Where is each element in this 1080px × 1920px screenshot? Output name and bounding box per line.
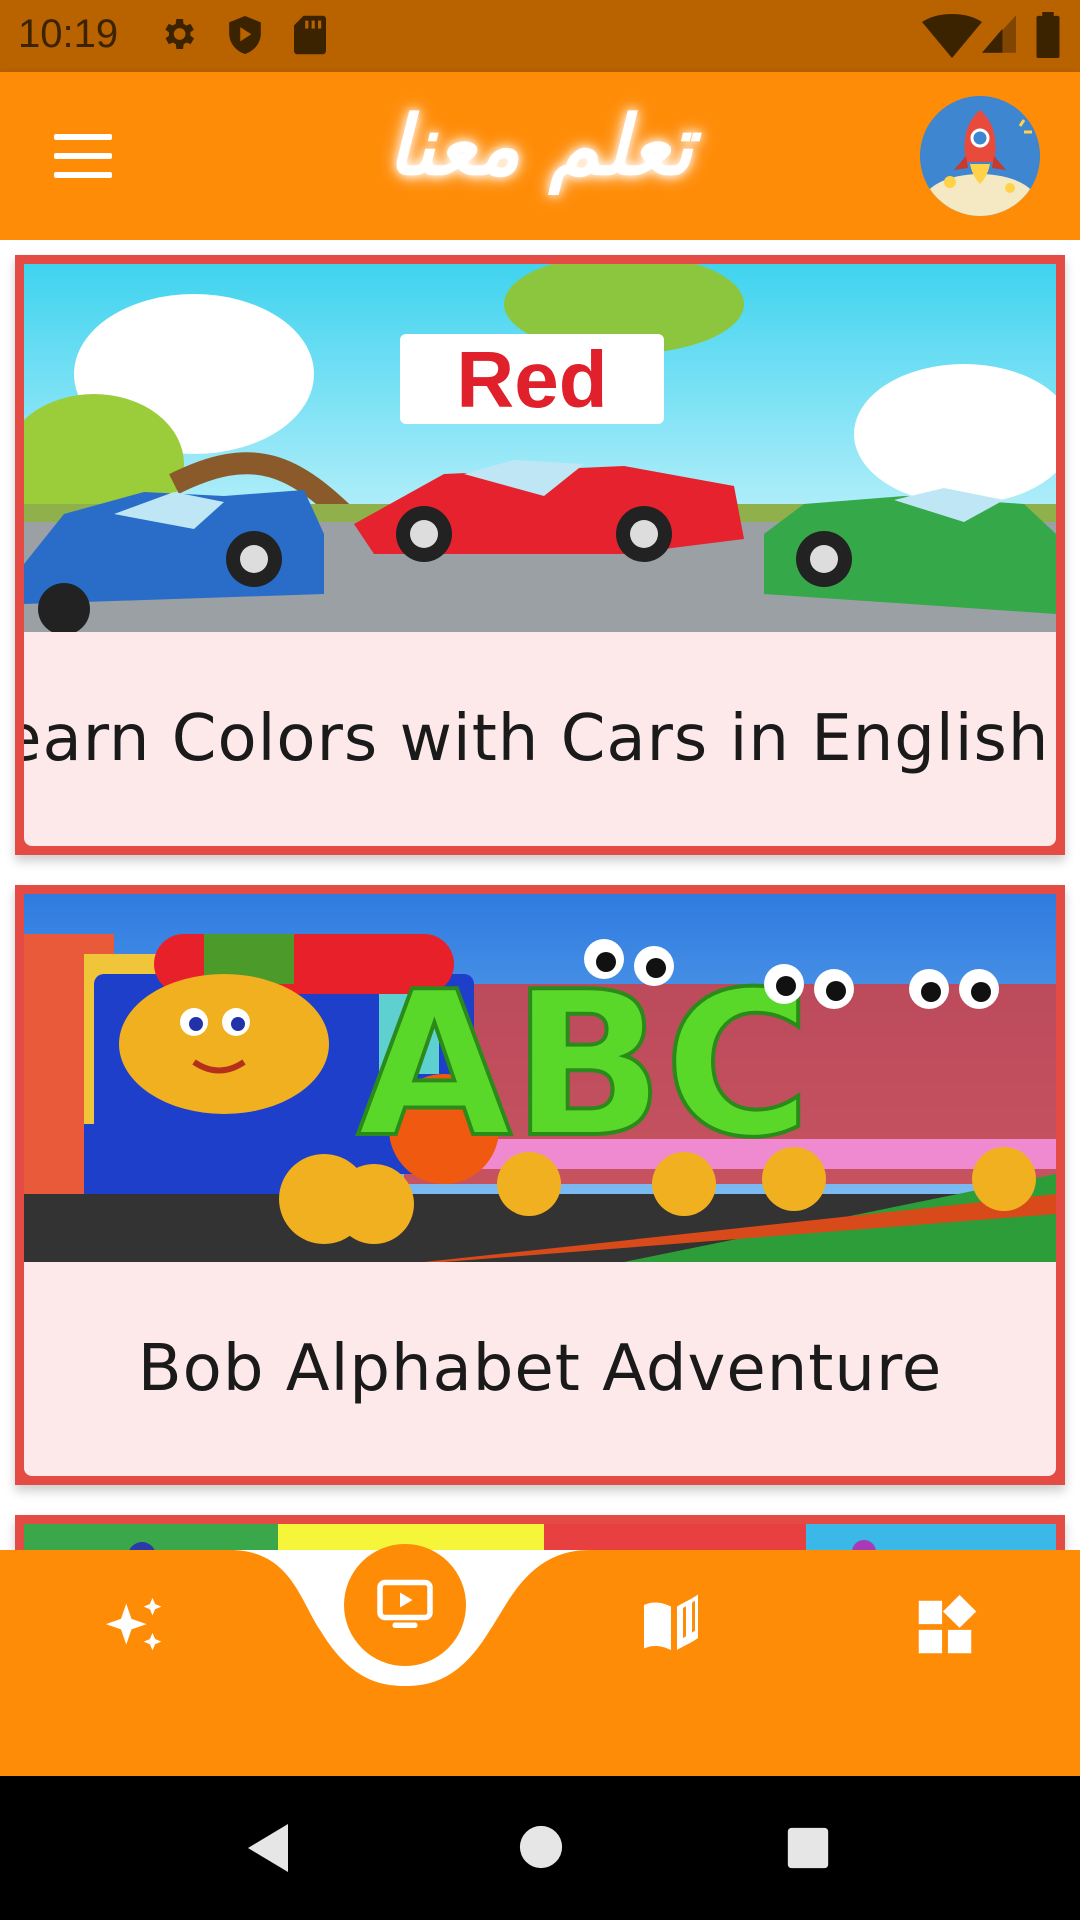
video-card[interactable] — [15, 1515, 1065, 1550]
video-list[interactable]: Red Learn Colors with Ca — [0, 240, 1080, 1550]
system-navigation-bar — [0, 1776, 1080, 1920]
rocket-avatar[interactable] — [920, 96, 1040, 216]
video-title: Learn Colors with Cars in English... — [24, 702, 1056, 776]
app-title: تعلم معنا — [387, 98, 693, 194]
rocket-icon — [920, 96, 1040, 216]
video-card[interactable]: Red Learn Colors with Ca — [15, 255, 1065, 855]
video-card[interactable]: ABC Bob Alphabet Adventure — [15, 885, 1065, 1485]
video-thumbnail — [24, 1524, 1056, 1550]
video-library-icon — [377, 1579, 433, 1628]
wifi-icon — [922, 14, 982, 58]
back-icon[interactable] — [244, 1822, 292, 1874]
video-title: Bob Alphabet Adventure — [137, 1332, 943, 1406]
bottom-navigation — [0, 1550, 1080, 1776]
app-bar: تعلم معنا — [0, 72, 1080, 240]
sd-card-icon — [294, 15, 326, 55]
thumbnail-label: ABC — [357, 949, 811, 1182]
video-thumbnail: Red — [24, 264, 1056, 632]
settings-icon — [165, 19, 194, 49]
shield-play-icon — [229, 16, 261, 54]
status-bar: 10:19 — [0, 0, 1080, 72]
cell-signal-icon — [982, 15, 1016, 53]
recents-icon[interactable] — [786, 1826, 830, 1870]
book-icon[interactable] — [638, 1590, 710, 1662]
thumbnail-label: Red — [456, 335, 607, 424]
menu-icon[interactable] — [54, 134, 112, 178]
battery-icon — [1036, 12, 1060, 58]
sparkles-icon[interactable] — [100, 1592, 170, 1662]
home-icon[interactable] — [518, 1824, 564, 1870]
video-library-button[interactable] — [344, 1544, 466, 1666]
status-time: 10:19 — [18, 12, 119, 56]
video-thumbnail: ABC — [24, 894, 1056, 1262]
widgets-icon[interactable] — [910, 1592, 980, 1662]
